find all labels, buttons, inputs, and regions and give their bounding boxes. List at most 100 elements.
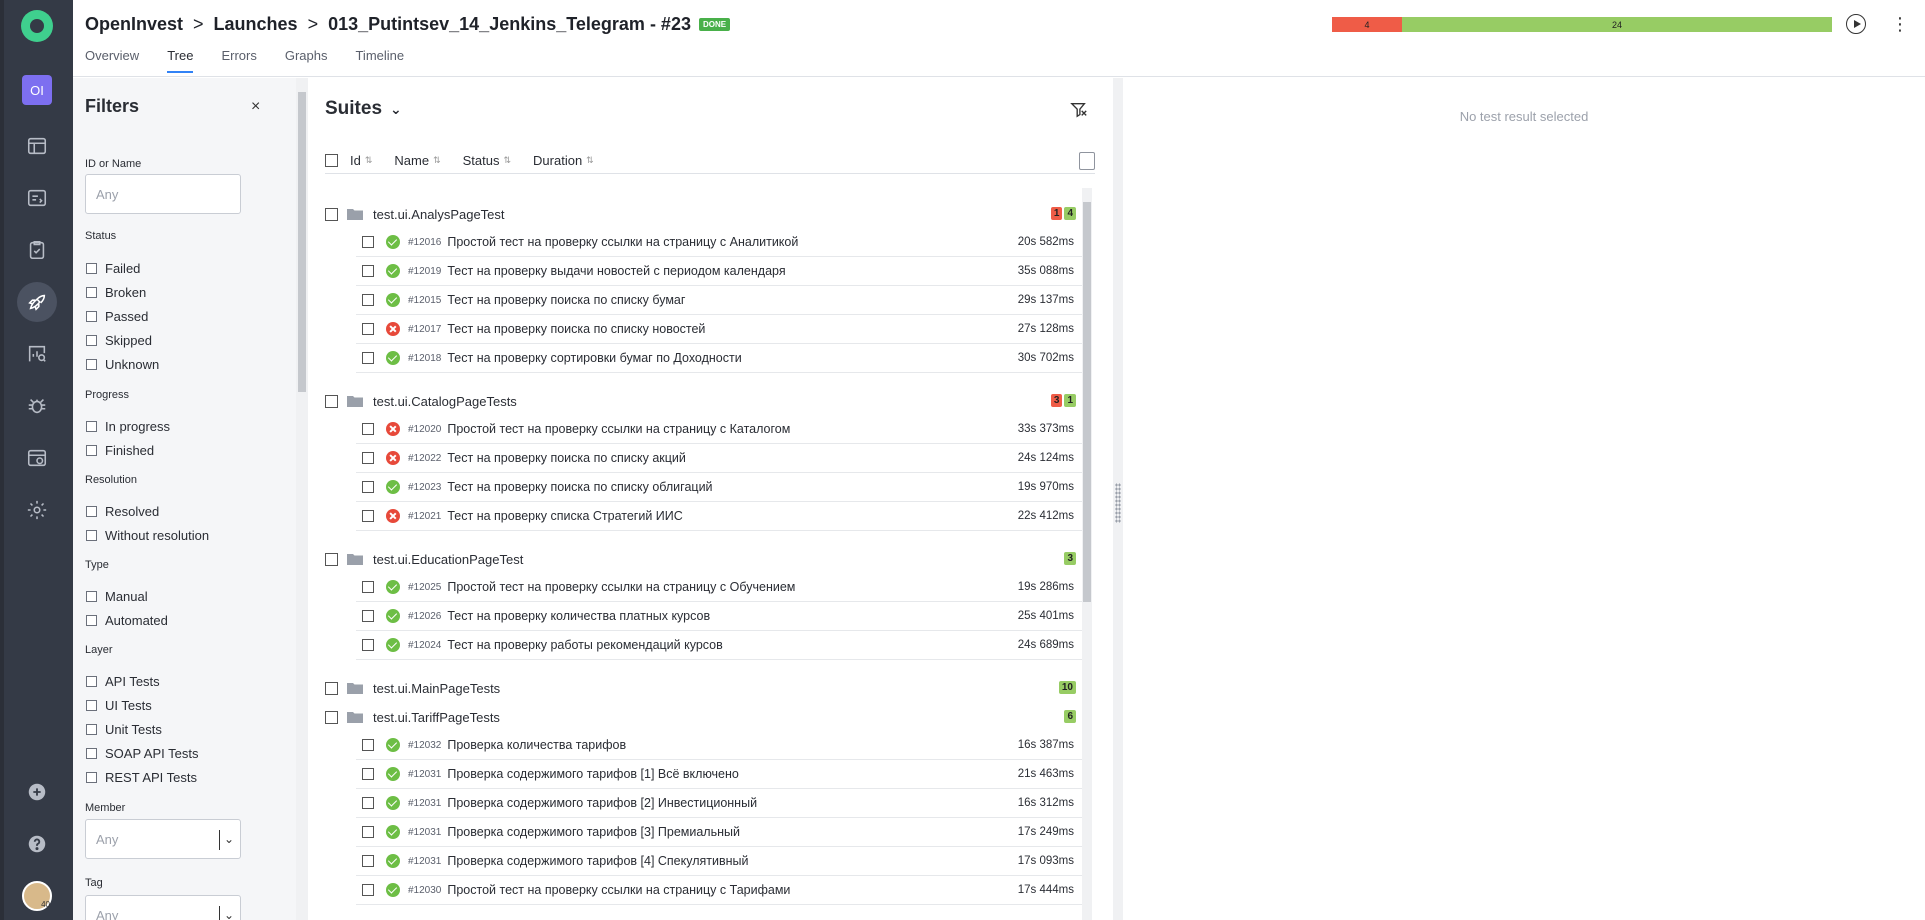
test-checkbox[interactable] — [362, 610, 374, 622]
scrollbar-thumb[interactable] — [1083, 202, 1091, 602]
test-name[interactable]: Проверка содержимого тарифов [2] Инвести… — [447, 796, 757, 810]
launch-summary-bar[interactable]: 4 24 — [1332, 17, 1832, 32]
type-option-automated[interactable]: Automated — [86, 613, 168, 628]
clear-filter-icon[interactable] — [1070, 101, 1088, 119]
scrollbar-thumb[interactable] — [298, 92, 306, 392]
more-vertical-icon[interactable]: ⋮ — [1891, 12, 1909, 36]
test-row[interactable]: #12032 Проверка количества тарифов 16s 387… — [356, 731, 1082, 760]
defects-icon[interactable] — [17, 386, 57, 426]
test-name[interactable]: Тест на проверку поиска по списку новост… — [447, 322, 705, 336]
test-checkbox[interactable] — [362, 855, 374, 867]
test-name[interactable]: Проверка содержимого тарифов [3] Премиал… — [447, 825, 740, 839]
checkbox[interactable] — [86, 335, 97, 346]
select-all-checkbox[interactable] — [325, 154, 338, 167]
suite-group-row[interactable]: test.ui.EducationPageTest 3 — [325, 546, 1082, 572]
close-icon[interactable]: × — [251, 98, 260, 116]
tag-select[interactable]: Any ⌄ — [85, 895, 241, 920]
test-row[interactable]: #12018 Тест на проверку сортировки бумаг … — [356, 344, 1082, 373]
test-checkbox[interactable] — [362, 481, 374, 493]
suite-group-row[interactable]: test.ui.TariffPageTests 6 — [325, 704, 1082, 730]
testcases-icon[interactable] — [17, 178, 57, 218]
checkbox[interactable] — [86, 724, 97, 735]
checkbox[interactable] — [86, 530, 97, 541]
test-name[interactable]: Простой тест на проверку ссылки на стран… — [447, 580, 795, 594]
suite-group-row[interactable]: test.ui.MainPageTests 10 — [325, 675, 1082, 701]
analytics-icon[interactable] — [17, 334, 57, 374]
group-checkbox[interactable] — [325, 681, 338, 695]
test-checkbox[interactable] — [362, 265, 374, 277]
suites-scrollbar[interactable] — [1082, 188, 1092, 920]
checkbox[interactable] — [86, 676, 97, 687]
column-id[interactable]: Id ⇅ — [350, 153, 372, 168]
breadcrumb-project[interactable]: OpenInvest — [85, 14, 183, 35]
test-checkbox[interactable] — [362, 452, 374, 464]
test-checkbox[interactable] — [362, 236, 374, 248]
layer-option-soap-api-tests[interactable]: SOAP API Tests — [86, 746, 198, 761]
test-name[interactable]: Тест на проверку сортировки бумаг по Дох… — [447, 351, 741, 365]
status-option-broken[interactable]: Broken — [86, 285, 146, 300]
type-option-manual[interactable]: Manual — [86, 589, 148, 604]
tab-timeline[interactable]: Timeline — [355, 48, 404, 73]
test-checkbox[interactable] — [362, 826, 374, 838]
avatar[interactable]: 40 — [22, 881, 52, 911]
test-name[interactable]: Тест на проверку количества платных курс… — [447, 609, 710, 623]
launches-icon[interactable] — [17, 282, 57, 322]
status-option-skipped[interactable]: Skipped — [86, 333, 152, 348]
sort-icon[interactable]: ⇅ — [365, 155, 373, 166]
panel-resizer[interactable] — [1113, 78, 1123, 920]
drag-handle-icon[interactable] — [1115, 483, 1121, 523]
resolution-option-resolved[interactable]: Resolved — [86, 504, 159, 519]
test-name[interactable]: Тест на проверку поиска по списку бумаг — [447, 293, 685, 307]
layer-option-rest-api-tests[interactable]: REST API Tests — [86, 770, 197, 785]
tab-tree[interactable]: Tree — [167, 48, 194, 73]
add-icon[interactable] — [17, 772, 57, 812]
sort-icon[interactable]: ⇅ — [586, 155, 594, 166]
member-select[interactable]: Any ⌄ — [85, 819, 241, 859]
test-name[interactable]: Тест на проверку поиска по списку акций — [447, 451, 686, 465]
layer-option-unit-tests[interactable]: Unit Tests — [86, 722, 162, 737]
test-checkbox[interactable] — [362, 323, 374, 335]
checkbox[interactable] — [86, 311, 97, 322]
group-checkbox[interactable] — [325, 394, 338, 408]
test-row[interactable]: #12015 Тест на проверку поиска по списку … — [356, 286, 1082, 315]
test-name[interactable]: Тест на проверку списка Стратегий ИИС — [447, 509, 682, 523]
settings-icon[interactable] — [17, 490, 57, 530]
group-checkbox[interactable] — [325, 710, 338, 724]
jobs-icon[interactable] — [17, 438, 57, 478]
logo-icon[interactable] — [21, 10, 53, 42]
status-option-failed[interactable]: Failed — [86, 261, 140, 276]
test-row[interactable]: #12031 Проверка содержимого тарифов [4] С… — [356, 847, 1082, 876]
test-name[interactable]: Тест на проверку выдачи новостей с перио… — [447, 264, 785, 278]
progress-option-finished[interactable]: Finished — [86, 443, 154, 458]
checkbox[interactable] — [86, 615, 97, 626]
tab-overview[interactable]: Overview — [85, 48, 139, 73]
columns-icon[interactable] — [1079, 152, 1095, 170]
checkbox[interactable] — [86, 287, 97, 298]
id-name-input[interactable]: Any — [85, 174, 241, 214]
checkbox[interactable] — [86, 263, 97, 274]
testplans-icon[interactable] — [17, 230, 57, 270]
checkbox[interactable] — [86, 445, 97, 456]
test-checkbox[interactable] — [362, 739, 374, 751]
test-row[interactable]: #12021 Тест на проверку списка Стратегий … — [356, 502, 1082, 531]
test-row[interactable]: #12019 Тест на проверку выдачи новостей с… — [356, 257, 1082, 286]
test-row[interactable]: #12025 Простой тест на проверку ссылки на… — [356, 573, 1082, 602]
test-name[interactable]: Простой тест на проверку ссылки на стран… — [447, 235, 798, 249]
sort-icon[interactable]: ⇅ — [433, 155, 441, 166]
filters-scrollbar[interactable] — [296, 78, 308, 920]
test-row[interactable]: #12016 Простой тест на проверку ссылки на… — [356, 228, 1082, 257]
suites-dropdown[interactable]: Suites ⌄ — [325, 98, 402, 120]
test-row[interactable]: #12031 Проверка содержимого тарифов [2] И… — [356, 789, 1082, 818]
checkbox[interactable] — [86, 421, 97, 432]
test-row[interactable]: #12017 Тест на проверку поиска по списку … — [356, 315, 1082, 344]
column-duration[interactable]: Duration ⇅ — [533, 153, 594, 168]
suite-group-row[interactable]: test.ui.CatalogPageTests 3 1 — [325, 388, 1082, 414]
layer-option-ui-tests[interactable]: UI Tests — [86, 698, 152, 713]
checkbox[interactable] — [86, 748, 97, 759]
group-checkbox[interactable] — [325, 552, 338, 566]
checkbox[interactable] — [86, 700, 97, 711]
column-status[interactable]: Status ⇅ — [463, 153, 511, 168]
status-option-unknown[interactable]: Unknown — [86, 357, 159, 372]
sort-icon[interactable]: ⇅ — [503, 155, 511, 166]
help-icon[interactable] — [17, 824, 57, 864]
